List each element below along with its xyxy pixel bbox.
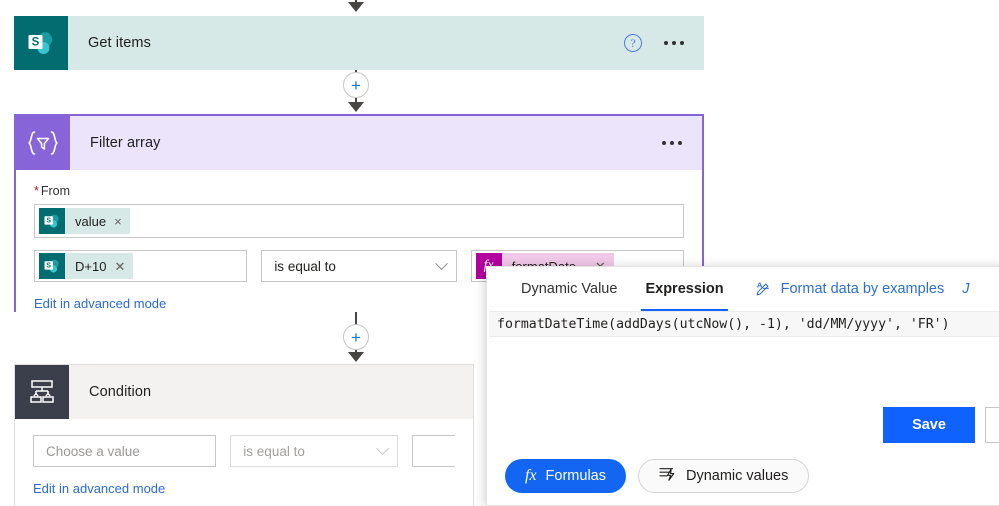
condition-advanced-mode-link[interactable]: Edit in advanced mode — [33, 481, 455, 496]
filter-left-input[interactable]: S D+10 ✕ — [34, 250, 248, 282]
required-marker: * — [34, 184, 39, 198]
condition-title: Condition — [89, 384, 152, 400]
tab-expression[interactable]: Expression — [631, 267, 737, 311]
condition-icon — [15, 365, 69, 419]
filter-array-actions — [662, 141, 702, 145]
formulas-pill[interactable]: fx Formulas — [505, 459, 626, 493]
dynamic-values-pill-label: Dynamic values — [685, 468, 789, 484]
format-data-icon: A — [756, 279, 773, 300]
filter-array-icon — [16, 116, 70, 170]
chevron-down-icon — [434, 256, 448, 270]
filter-array-title: Filter array — [90, 135, 161, 151]
sharepoint-icon: S — [39, 208, 65, 234]
filter-operator-box[interactable]: is equal to — [261, 250, 457, 282]
chevron-down-icon — [376, 441, 390, 455]
filter-operator-select[interactable]: is equal to — [261, 250, 457, 282]
from-input[interactable]: S value × — [34, 204, 684, 238]
expression-editor-panel: Dynamic Value Expression A Format data b… — [486, 266, 999, 506]
expression-editor-spacer — [487, 337, 999, 403]
sharepoint-icon: S — [14, 16, 68, 70]
insert-action-button-1[interactable]: + — [343, 72, 369, 98]
get-items-header[interactable]: S Get items ? — [14, 16, 704, 70]
connector-arrow-2 — [348, 352, 364, 362]
cancel-button[interactable] — [985, 407, 999, 443]
save-button[interactable]: Save — [883, 407, 975, 443]
close-icon[interactable]: ✕ — [112, 260, 133, 273]
condition-header[interactable]: Condition — [15, 365, 473, 419]
condition-right-operand[interactable] — [412, 435, 455, 467]
format-data-label: Format data by examples — [780, 281, 945, 297]
condition-operator-value: is equal to — [243, 443, 305, 459]
expression-editor-tabs: Dynamic Value Expression A Format data b… — [487, 267, 999, 311]
sharepoint-icon: S — [39, 253, 65, 279]
action-card-get-items[interactable]: S Get items ? — [14, 16, 704, 70]
json-tab-link[interactable]: J — [962, 281, 969, 297]
filter-left-token[interactable]: S D+10 ✕ — [39, 253, 134, 279]
dynamic-values-icon — [659, 466, 677, 486]
condition-operator-box[interactable]: is equal to — [230, 435, 399, 467]
close-icon[interactable]: × — [112, 215, 130, 228]
filter-array-header[interactable]: Filter array — [16, 116, 702, 170]
ellipsis-icon[interactable] — [664, 41, 684, 45]
from-field-label: * From — [34, 184, 684, 198]
svg-text:S: S — [32, 37, 40, 49]
from-label-text: From — [40, 184, 71, 198]
condition-body: Choose a value is equal to Edit in advan… — [15, 419, 473, 506]
action-card-condition[interactable]: Condition Choose a value is equal to Edi… — [14, 364, 474, 506]
filter-left-operand[interactable]: S D+10 ✕ — [34, 250, 248, 282]
expression-editor-pills: fx Formulas Dynamic values — [487, 447, 999, 505]
insert-action-button-2[interactable]: + — [343, 324, 369, 350]
condition-right-input[interactable] — [412, 435, 455, 467]
get-items-actions: ? — [624, 34, 704, 52]
from-value-token[interactable]: S value × — [39, 208, 130, 234]
svg-text:S: S — [46, 263, 51, 270]
connector-arrow-top — [348, 2, 364, 12]
help-icon[interactable]: ? — [624, 34, 642, 52]
filter-operator-value: is equal to — [274, 258, 336, 274]
from-token-label: value — [75, 213, 107, 229]
condition-value-input[interactable]: Choose a value — [33, 435, 217, 467]
connector-arrow-1 — [348, 102, 364, 112]
fx-icon: fx — [525, 467, 537, 484]
condition-row: Choose a value is equal to — [33, 435, 455, 467]
flow-designer-canvas: S Get items ? + Filter array * From S va… — [0, 0, 999, 506]
formulas-pill-label: Formulas — [545, 468, 606, 484]
expression-input[interactable]: formatDateTime(addDays(utcNow(), -1), 'd… — [489, 311, 999, 337]
dynamic-values-pill[interactable]: Dynamic values — [637, 459, 810, 493]
filter-left-token-label: D+10 — [75, 258, 107, 274]
format-data-by-examples-link[interactable]: A Format data by examples — [756, 279, 945, 300]
condition-left-operand[interactable]: Choose a value — [33, 435, 217, 467]
ellipsis-icon[interactable] — [662, 141, 682, 145]
expression-editor-buttons: Save — [487, 403, 999, 447]
condition-operator-select[interactable]: is equal to — [230, 435, 399, 467]
get-items-title: Get items — [88, 35, 151, 51]
tab-dynamic-value[interactable]: Dynamic Value — [507, 267, 631, 311]
svg-text:S: S — [46, 218, 51, 225]
